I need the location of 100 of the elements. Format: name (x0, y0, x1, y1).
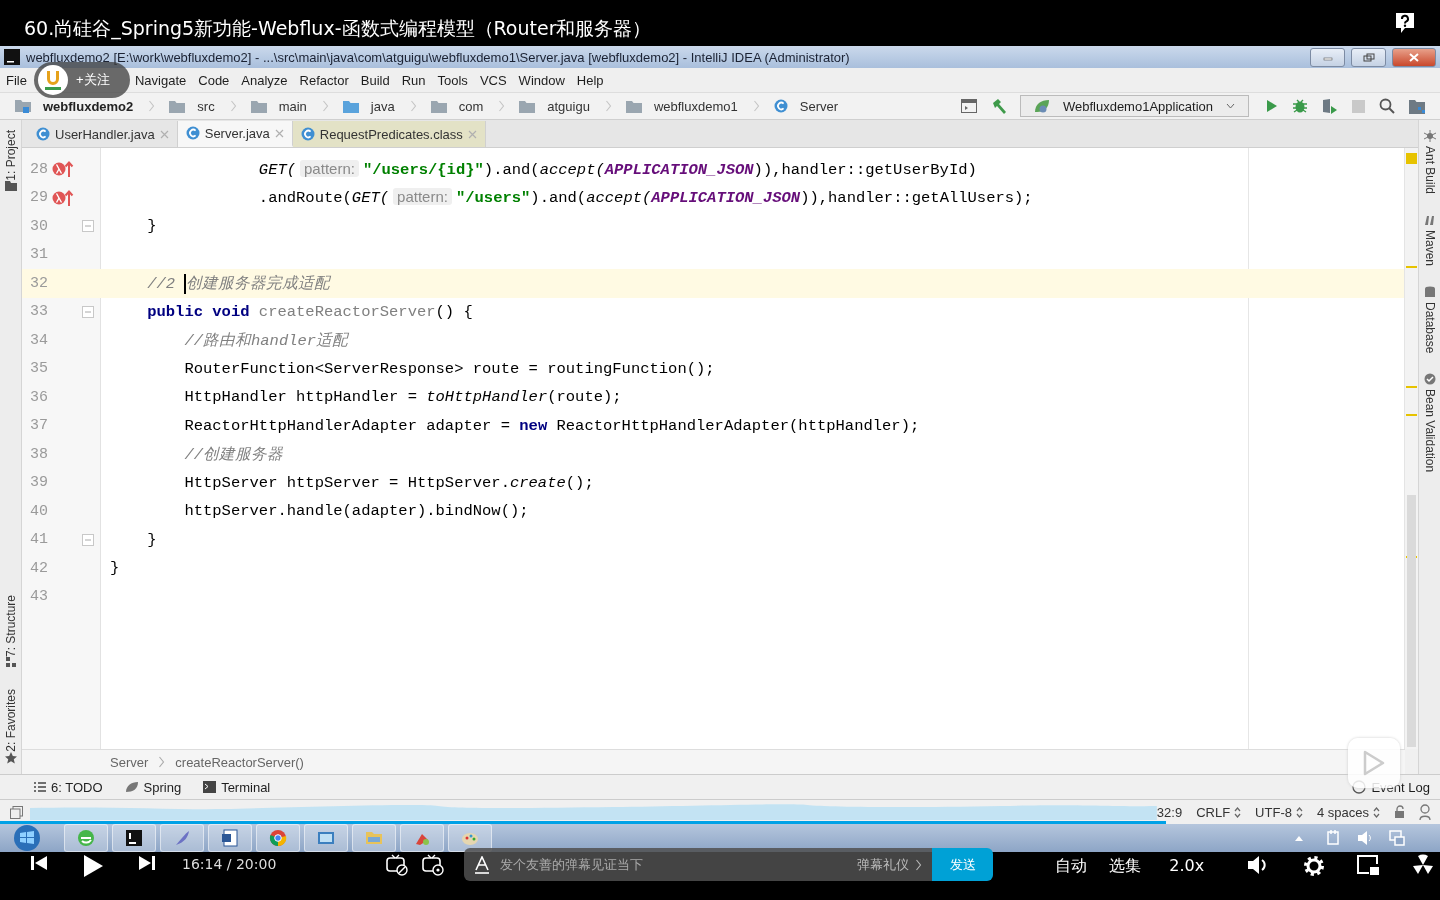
menu-item[interactable]: Code (198, 72, 230, 88)
breadcrumb-item[interactable]: main (243, 98, 307, 114)
close-button[interactable] (1392, 47, 1436, 67)
menu-item[interactable]: Build (360, 72, 390, 88)
chevron-icon (148, 100, 156, 112)
tool-window-label[interactable]: Maven (1422, 230, 1437, 267)
play-icon[interactable] (82, 854, 104, 878)
tool-window-button[interactable]: Spring (124, 779, 182, 795)
next-icon[interactable] (138, 854, 156, 872)
tool-window-button[interactable]: Terminal (203, 779, 271, 795)
tray-expand-icon[interactable] (1294, 834, 1304, 842)
line-number: 38 (29, 445, 48, 463)
editor-tab[interactable]: UserHandler.java (28, 121, 178, 147)
code-line: //2 创建服务器完成适配 (146, 272, 331, 294)
editor-tab[interactable]: RequestPredicates.class (292, 121, 486, 147)
warning-marker[interactable] (1406, 414, 1417, 416)
fold-marker-icon[interactable] (82, 533, 94, 546)
check-circle-icon (1423, 373, 1436, 386)
network-icon[interactable] (1388, 829, 1406, 847)
module-icon (15, 99, 31, 113)
danmaku-settings-icon[interactable] (422, 854, 445, 876)
menu-item[interactable]: File (6, 72, 27, 88)
warning-marker[interactable] (1406, 153, 1417, 164)
breadcrumb-item[interactable]: java (335, 98, 395, 114)
tool-window-label[interactable]: 7: Structure (3, 595, 18, 658)
status-item[interactable]: 32:9 (1156, 804, 1183, 820)
tool-window-label[interactable]: 2: Favorites (3, 689, 18, 752)
minimize-button[interactable] (1310, 47, 1345, 67)
status-item[interactable]: CRLF (1196, 804, 1242, 820)
menu-item[interactable]: VCS (479, 72, 507, 88)
breadcrumb-item[interactable]: createReactorServer() (175, 754, 304, 770)
breadcrumb-item[interactable]: atguigu (512, 98, 590, 114)
code-line: public void createReactorServer() { (146, 302, 473, 321)
code-line: .andRoute(GET( pattern: "/users").and(accept(APPLICATION_JSON)),handler::getAllUsers); (257, 188, 1033, 208)
danmaku-off-icon[interactable] (386, 854, 409, 876)
up-down-icon[interactable] (1373, 806, 1380, 818)
picture-in-picture-icon[interactable] (1356, 854, 1381, 876)
chevron-icon (158, 756, 166, 768)
breadcrumb-item[interactable]: Server (766, 98, 839, 114)
tool-window-label[interactable]: Bean Validation (1422, 389, 1437, 473)
close-icon (1408, 52, 1420, 62)
follow-button[interactable]: +关注 (34, 62, 130, 98)
up-down-icon[interactable] (1295, 806, 1303, 818)
search-icon[interactable] (1379, 98, 1395, 114)
episodes-button[interactable]: 选集 (1109, 856, 1142, 877)
hammer-icon[interactable] (990, 98, 1007, 114)
menu-item[interactable]: Analyze (241, 72, 288, 88)
taskbar-button[interactable] (208, 824, 252, 852)
console-icon[interactable] (960, 99, 977, 113)
font-style-icon[interactable] (474, 855, 491, 874)
run-configuration-dropdown[interactable]: Webfluxdemo1Application (1019, 95, 1249, 117)
code-line: HttpServer httpServer = HttpServer.create(); (183, 473, 594, 492)
channel-logo-icon (38, 65, 68, 95)
warning-marker[interactable] (1406, 266, 1417, 268)
menu-item[interactable]: Help (576, 72, 604, 88)
menu-item[interactable]: Run (401, 72, 426, 88)
line-number: 28 (29, 160, 48, 178)
breadcrumb-item[interactable]: Server (110, 754, 149, 770)
tool-window-label[interactable]: Database (1422, 302, 1437, 354)
help-icon[interactable] (1394, 12, 1416, 34)
line-number: 35 (29, 360, 48, 378)
line-number: 30 (29, 217, 48, 235)
close-icon[interactable] (274, 128, 284, 138)
quality-button[interactable]: 自动 (1055, 856, 1088, 877)
breadcrumb-item[interactable]: webfluxdemo2 (8, 98, 134, 114)
scrollbar-thumb[interactable] (1407, 495, 1416, 747)
run-icon[interactable] (1266, 99, 1278, 113)
fold-marker-icon[interactable] (82, 220, 94, 233)
play-icon (1363, 750, 1385, 776)
warning-marker[interactable] (1406, 386, 1417, 388)
menu-item[interactable]: Navigate (134, 72, 187, 88)
inspector-icon[interactable] (1418, 804, 1432, 820)
menu-item[interactable]: Tools (437, 72, 468, 88)
line-number: 40 (29, 502, 48, 520)
tool-window-button[interactable]: 6: TODO (34, 779, 103, 795)
previous-icon[interactable] (30, 854, 48, 872)
etiquette-link[interactable]: 弹幕礼仪 (857, 855, 923, 874)
menu-item[interactable]: Window (518, 72, 565, 88)
menu-item[interactable]: Refactor (299, 72, 349, 88)
breadcrumb-item[interactable]: webfluxdemo1 (618, 98, 738, 114)
taskbar-button[interactable] (112, 824, 156, 852)
up-down-icon[interactable] (1234, 806, 1242, 818)
bug-icon[interactable] (1292, 98, 1308, 114)
tool-window-label[interactable]: 1: Project (3, 130, 18, 181)
settings-icon[interactable] (1302, 854, 1327, 878)
status-item[interactable]: UTF-8 (1255, 804, 1303, 820)
tool-window-label[interactable]: Ant Build (1422, 146, 1437, 195)
status-item[interactable]: 4 spaces (1316, 804, 1380, 820)
coverage-icon[interactable] (1322, 98, 1338, 114)
project-structure-icon[interactable] (1409, 98, 1425, 114)
breadcrumb-item[interactable]: com (423, 98, 484, 114)
window-title: webfluxdemo2 [E:\work\webfluxdemo2] - ...\src\main\java\com\atguigu\webfluxdemo1\Server.java [webfluxdemo2] - IntelliJ IDEA (Administrator) (26, 49, 851, 65)
fold-marker-icon[interactable] (82, 305, 94, 318)
editor-tab[interactable]: Server.java (177, 121, 293, 147)
star-icon (4, 752, 17, 764)
breadcrumb-item[interactable]: src (162, 98, 215, 114)
maximize-button[interactable] (1351, 47, 1386, 67)
speed-button[interactable]: 2.0x (1169, 856, 1205, 875)
line-number: 34 (29, 331, 48, 349)
danmaku-input[interactable]: 发个友善的弹幕见证当下 弹幕礼仪 (464, 848, 933, 881)
